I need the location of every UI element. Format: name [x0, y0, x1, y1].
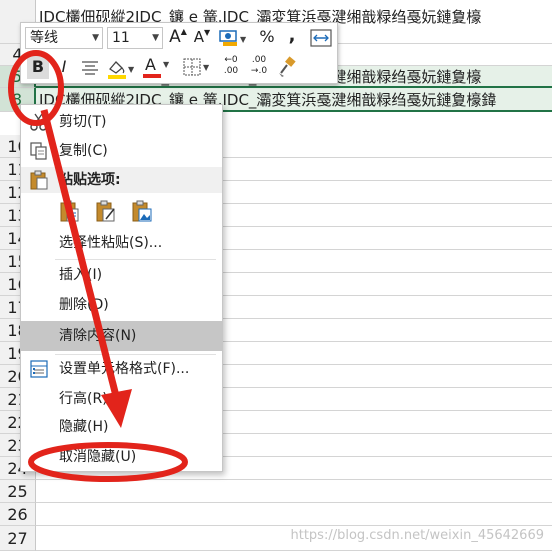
chevron-down-icon: ▼ [163, 60, 170, 69]
align-center-button[interactable] [79, 56, 101, 78]
accounting-format-button[interactable]: ▼ [217, 27, 247, 49]
copy-icon [28, 140, 50, 162]
cell-row-26[interactable] [36, 503, 552, 526]
row-header-27[interactable]: 27 [0, 526, 36, 551]
svg-text:▼: ▼ [203, 63, 210, 72]
fill-color-button[interactable]: ▼ [105, 56, 135, 80]
svg-text:▼: ▼ [240, 35, 247, 44]
menu-label-cut: 剪切(T) [59, 114, 107, 130]
paste-picture-icon[interactable] [129, 198, 155, 228]
mini-toolbar: 等线 ▼ 11 ▼ A▲ A▼ ▼ % , B I ▼ A ▼ ▼ ←0 .00… [20, 22, 338, 84]
menu-item-copy[interactable]: 复制(C) [21, 137, 222, 165]
italic-button[interactable]: I [57, 55, 71, 79]
menu-item-cut[interactable]: 剪切(T) [21, 108, 222, 136]
shrink-font-icon: A [193, 28, 205, 46]
menu-label-insert: 插入(I) [59, 267, 103, 283]
menu-label-paste-special: 选择性粘贴(S)... [59, 235, 163, 251]
increase-decimal-button[interactable]: ←0 .00 [219, 55, 243, 81]
cell-row-25[interactable] [36, 480, 552, 503]
menu-item-format-cells[interactable]: 设置单元格格式(F)... [21, 355, 222, 383]
chevron-down-icon: ▼ [92, 33, 99, 43]
menu-item-hide[interactable]: 隐藏(H) [21, 413, 222, 441]
menu-item-row-height[interactable]: 行高(R)... [21, 385, 222, 413]
menu-item-unhide[interactable]: 取消隐藏(U) [21, 443, 222, 471]
align-center-icon [82, 61, 98, 75]
font-color-swatch [143, 74, 161, 78]
font-size-combo[interactable]: 11 ▼ [107, 27, 163, 49]
increase-decimal-icon: ←0 [224, 55, 238, 65]
paste-icons-row [57, 197, 197, 225]
decrease-decimal-icon: .00 [251, 55, 267, 65]
format-cells-icon [28, 358, 50, 380]
grow-font-icon: A [169, 27, 181, 47]
menu-label-delete: 删除(D) [59, 297, 109, 313]
scissors-icon [28, 111, 50, 133]
decrease-decimal-icon-bottom: →.0 [250, 66, 268, 76]
menu-separator [55, 259, 216, 260]
paste-options-header: 粘贴选项: [21, 167, 222, 193]
decrease-decimal-button[interactable]: .00 →.0 [247, 55, 271, 81]
font-color-button[interactable]: A ▼ [141, 55, 171, 79]
font-color-icon: A [145, 55, 156, 74]
format-painter-icon [279, 56, 296, 77]
shrink-font-button[interactable]: A▼ [193, 28, 211, 46]
fill-color-icon: ▼ [108, 61, 135, 79]
watermark: https://blog.csdn.net/weixin_45642669 [290, 528, 544, 543]
font-size-value: 11 [112, 30, 130, 46]
menu-item-insert[interactable]: 插入(I) [21, 261, 222, 289]
chevron-down-icon: ▼ [152, 33, 159, 43]
borders-button[interactable]: ▼ [181, 56, 211, 78]
grow-font-button[interactable]: A▲ [169, 27, 187, 47]
menu-label-unhide: 取消隐藏(U) [59, 449, 137, 465]
row-header-26[interactable]: 26 [0, 503, 36, 526]
font-name-combo[interactable]: 等线 ▼ [25, 27, 103, 49]
format-painter-button[interactable] [277, 56, 299, 78]
percent-button[interactable]: % [257, 27, 277, 46]
paste-options-label: 粘贴选项: [59, 172, 121, 188]
clipboard-icon [28, 169, 50, 200]
row-header-25[interactable]: 25 [0, 480, 36, 503]
context-menu: 剪切(T) 复制(C) 粘贴选项: 选择性粘贴(S)... 插入(I) 删除(D… [20, 104, 223, 472]
menu-label-hide: 隐藏(H) [59, 419, 109, 435]
comma-button[interactable]: , [285, 25, 299, 46]
accounting-format-icon: ▼ [219, 30, 247, 46]
menu-item-clear-contents[interactable]: 清除内容(N) [21, 321, 222, 351]
menu-label-format-cells: 设置单元格格式(F)... [59, 361, 190, 377]
paste-icon[interactable] [57, 198, 83, 228]
bold-button[interactable]: B [27, 55, 49, 79]
menu-label-row-height: 行高(R)... [59, 391, 122, 407]
menu-label-copy: 复制(C) [59, 143, 108, 159]
paste-formulas-icon[interactable] [93, 198, 119, 228]
menu-item-paste-special[interactable]: 选择性粘贴(S)... [21, 229, 222, 257]
menu-item-delete[interactable]: 删除(D) [21, 291, 222, 319]
merge-center-icon [310, 29, 332, 47]
borders-icon: ▼ [183, 58, 210, 76]
merge-center-button[interactable] [309, 27, 333, 49]
menu-label-clear-contents: 清除内容(N) [59, 328, 137, 344]
svg-text:▼: ▼ [128, 65, 135, 74]
increase-decimal-icon-bottom: .00 [223, 66, 239, 76]
font-name-value: 等线 [30, 30, 58, 46]
